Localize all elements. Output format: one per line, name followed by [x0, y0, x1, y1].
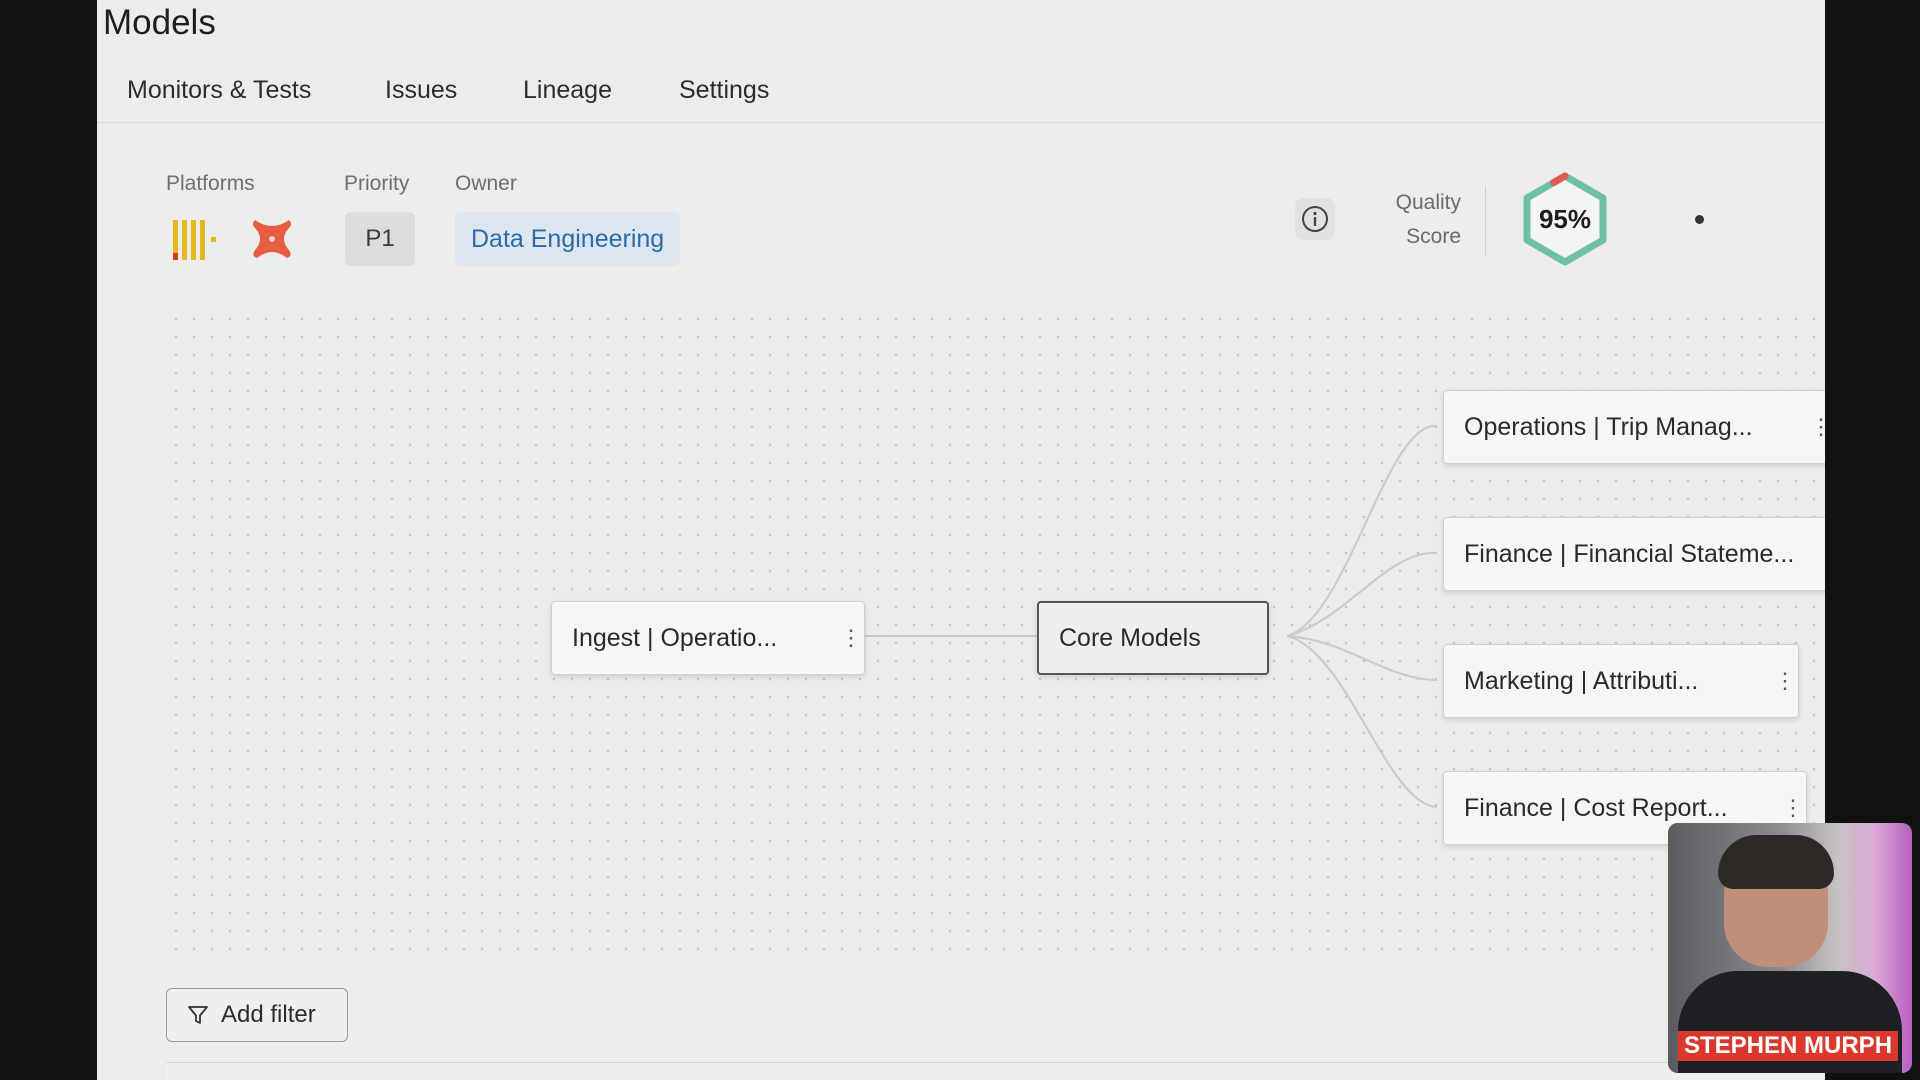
node-label: Operations | Trip Manag... [1464, 412, 1753, 441]
status-dot [1695, 215, 1704, 224]
quality-score-label: Quality Score [1377, 186, 1461, 254]
info-icon [1302, 206, 1328, 232]
owner-label: Owner [455, 172, 517, 195]
more-vertical-icon[interactable]: ⋮ [840, 624, 862, 652]
quality-score-value: 95% [1538, 203, 1592, 234]
webcam-overlay: STEPHEN MURPH [1668, 823, 1912, 1073]
lineage-node-finance-statements[interactable]: Finance | Financial Stateme... [1443, 517, 1825, 591]
more-vertical-icon[interactable]: ⋮ [1810, 413, 1825, 441]
tab-issues[interactable]: Issues [385, 76, 457, 105]
snowflake-bars-logo-icon[interactable] [171, 218, 225, 262]
priority-badge[interactable]: P1 [345, 212, 415, 266]
priority-label: Priority [344, 172, 410, 195]
quality-label-line1: Quality [1395, 191, 1461, 214]
info-button[interactable] [1295, 198, 1335, 240]
quality-label-line2: Score [1406, 225, 1461, 248]
node-label: Finance | Cost Report... [1464, 793, 1728, 822]
quality-divider [1485, 186, 1486, 256]
tab-settings[interactable]: Settings [679, 76, 769, 105]
owner-value: Data Engineering [471, 224, 665, 253]
owner-badge[interactable]: Data Engineering [455, 212, 681, 266]
app-window: Models Monitors & Tests Issues Lineage S… [97, 0, 1825, 1080]
filter-icon [188, 1006, 208, 1024]
lineage-node-marketing[interactable]: Marketing | Attributi... ⋮ [1443, 644, 1799, 718]
webcam-person-hair [1718, 835, 1834, 889]
node-label: Core Models [1059, 623, 1201, 652]
add-filter-label: Add filter [221, 1001, 316, 1028]
lineage-node-operations[interactable]: Operations | Trip Manag... ⋮ [1443, 390, 1825, 464]
node-label: Marketing | Attributi... [1464, 666, 1699, 695]
page-title: Models [103, 3, 216, 42]
tab-bar: Monitors & Tests Issues Lineage Settings [97, 70, 1825, 123]
node-label: Finance | Financial Stateme... [1464, 539, 1795, 568]
node-label: Ingest | Operatio... [572, 623, 778, 652]
tab-monitors-tests[interactable]: Monitors & Tests [127, 76, 311, 105]
dbt-logo-icon[interactable] [249, 216, 295, 262]
webcam-name-tag: STEPHEN MURPH [1678, 1031, 1899, 1061]
bottom-panel-edge [166, 1062, 1825, 1080]
tab-lineage[interactable]: Lineage [523, 76, 612, 105]
add-filter-button[interactable]: Add filter [166, 988, 348, 1042]
lineage-node-core-models[interactable]: Core Models [1037, 601, 1269, 675]
more-vertical-icon[interactable]: ⋮ [1774, 667, 1796, 695]
platforms-label: Platforms [166, 172, 255, 195]
priority-value: P1 [365, 225, 395, 252]
lineage-node-ingest[interactable]: Ingest | Operatio... ⋮ [551, 601, 865, 675]
more-vertical-icon[interactable]: ⋮ [1782, 794, 1804, 822]
